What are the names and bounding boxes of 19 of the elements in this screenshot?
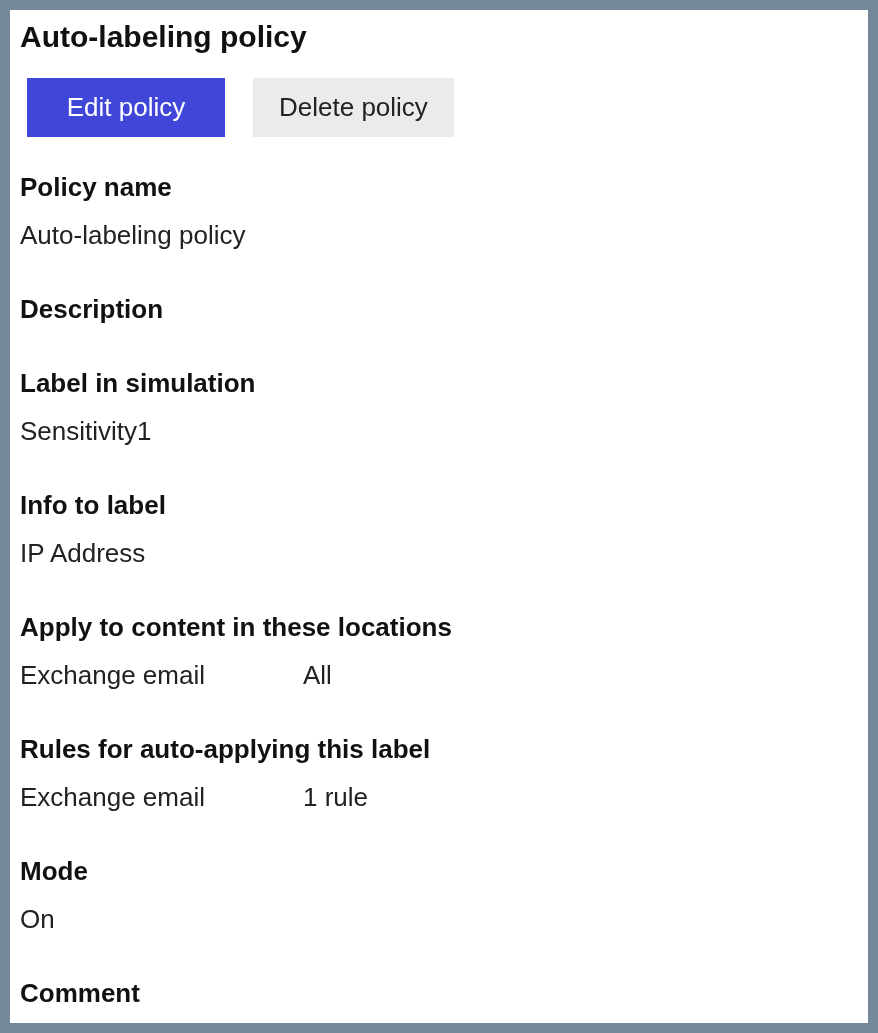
- field-value: On: [20, 903, 56, 936]
- field-value: IP Address: [20, 537, 147, 570]
- field-value: Sensitivity1: [20, 415, 153, 448]
- field-label: Mode: [20, 855, 89, 888]
- delete-button[interactable]: Delete policy: [253, 78, 454, 137]
- page-title: Auto-labeling policy: [20, 19, 308, 55]
- field-label: Apply to content in these locations: [20, 611, 453, 644]
- field-label: Info to label: [20, 489, 167, 522]
- location-value: 1 rule: [303, 781, 369, 814]
- field-value: Auto-labeling policy: [20, 219, 247, 252]
- field-label: Rules for auto-applying this label: [20, 733, 432, 766]
- field-label: Policy name: [20, 171, 173, 204]
- field-label: Description: [20, 293, 165, 326]
- location-name: Exchange email: [20, 659, 206, 692]
- location-name: Exchange email: [20, 781, 206, 814]
- edit-button[interactable]: Edit policy: [27, 78, 225, 137]
- field-label: Comment: [20, 977, 141, 1010]
- field-label: Label in simulation: [20, 367, 257, 400]
- location-value: All: [303, 659, 332, 692]
